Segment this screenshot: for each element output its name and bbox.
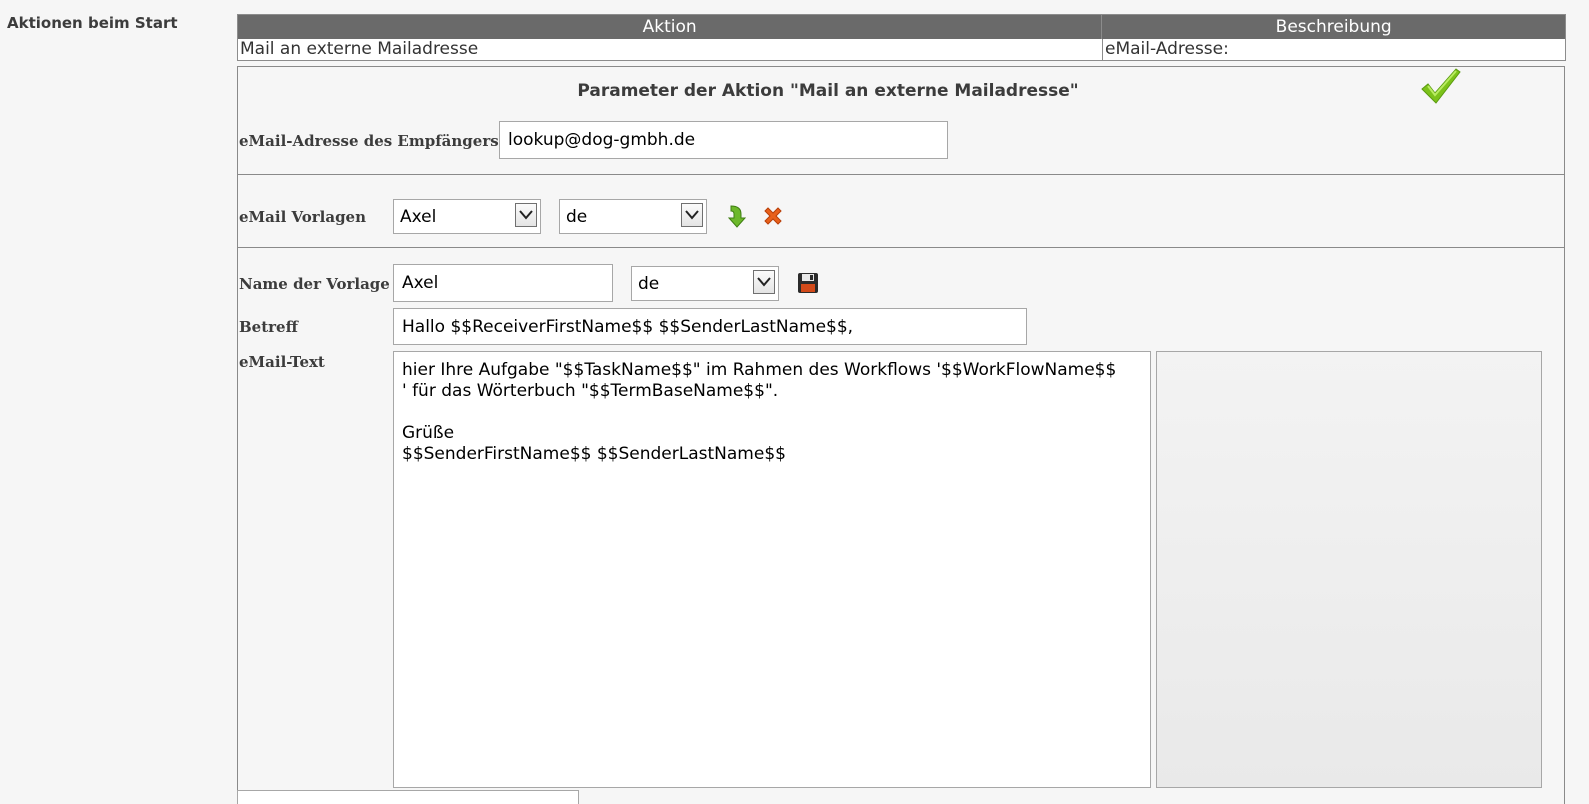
body-label: eMail-Text xyxy=(239,353,325,371)
next-action-field[interactable] xyxy=(237,790,579,804)
panel-title: Parameter der Aktion "Mail an externe Ma… xyxy=(577,81,1079,101)
divider xyxy=(238,247,1564,248)
email-preview-pane xyxy=(1156,351,1542,788)
recipient-email-input[interactable]: lookup@dog-gmbh.de xyxy=(499,121,948,159)
editor-language-select[interactable]: de xyxy=(631,266,779,301)
cell-beschreibung: eMail-Adresse: xyxy=(1102,39,1565,60)
recipient-label: eMail-Adresse des Empfängers xyxy=(239,132,499,150)
action-parameters-panel: Parameter der Aktion "Mail an externe Ma… xyxy=(237,66,1565,804)
section-title: Aktionen beim Start xyxy=(7,14,178,32)
template-name-input[interactable]: Axel xyxy=(393,264,613,302)
subject-input[interactable]: Hallo $$ReceiverFirstName$$ $$SenderLast… xyxy=(393,308,1027,345)
email-body-textarea[interactable]: hier Ihre Aufgabe "$$TaskName$$" im Rahm… xyxy=(393,351,1151,788)
column-header-beschreibung: Beschreibung xyxy=(1101,15,1565,39)
column-header-aktion: Aktion xyxy=(642,17,697,37)
template-language-value: de xyxy=(566,206,588,227)
template-select-value: Axel xyxy=(400,206,437,227)
divider xyxy=(238,174,1564,175)
template-select[interactable]: Axel xyxy=(393,199,541,234)
actions-table: Aktion Beschreibung Mail an externe Mail… xyxy=(237,14,1566,61)
cell-aktion[interactable]: Mail an externe Mailadresse xyxy=(238,39,1102,60)
chevron-down-icon xyxy=(681,203,703,227)
template-language-select[interactable]: de xyxy=(559,199,707,234)
floppy-disk-icon[interactable] xyxy=(797,272,819,294)
checkmark-icon[interactable] xyxy=(1418,67,1462,107)
table-row[interactable]: Mail an externe Mailadresse eMail-Adress… xyxy=(238,39,1565,60)
subject-label: Betreff xyxy=(239,318,298,336)
chevron-down-icon xyxy=(753,270,775,294)
chevron-down-icon xyxy=(515,203,537,227)
table-header: Aktion Beschreibung xyxy=(238,15,1565,39)
templates-label: eMail Vorlagen xyxy=(239,208,367,226)
green-arrow-down-icon[interactable] xyxy=(725,204,747,228)
red-x-icon[interactable] xyxy=(762,205,784,227)
template-name-label: Name der Vorlage xyxy=(239,275,390,293)
editor-language-value: de xyxy=(638,273,660,294)
